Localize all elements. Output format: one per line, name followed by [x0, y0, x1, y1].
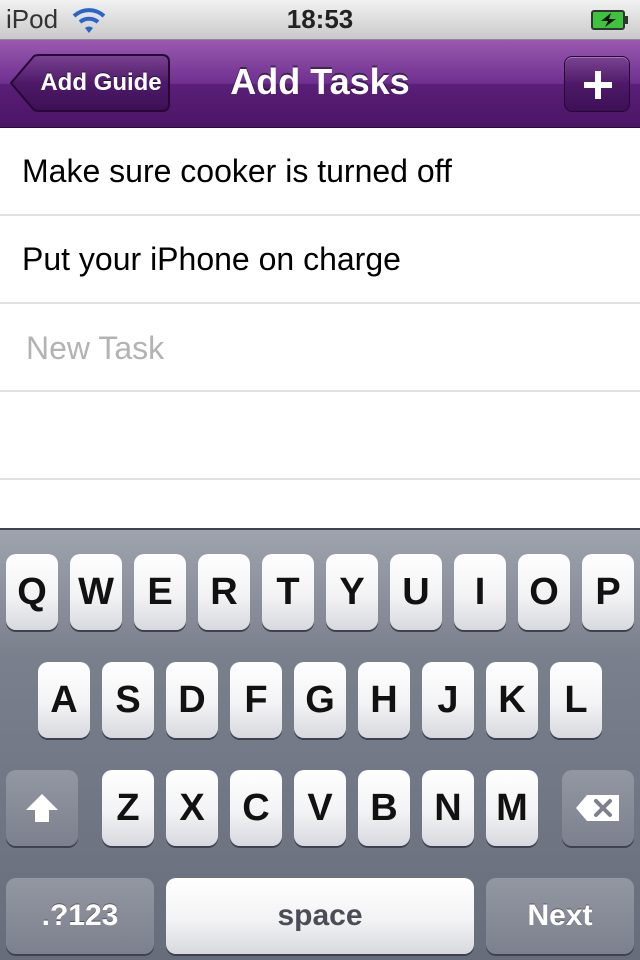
- key-u[interactable]: U: [390, 554, 442, 630]
- key-z[interactable]: Z: [102, 770, 154, 846]
- new-task-row: [0, 304, 640, 392]
- key-l[interactable]: L: [550, 662, 602, 738]
- key-t[interactable]: T: [262, 554, 314, 630]
- key-m[interactable]: M: [486, 770, 538, 846]
- page-title: Add Tasks: [230, 61, 410, 102]
- task-text: Make sure cooker is turned off: [22, 153, 452, 189]
- status-time: 18:53: [286, 4, 354, 34]
- delete-key[interactable]: [562, 770, 634, 846]
- key-f[interactable]: F: [230, 662, 282, 738]
- task-list: Make sure cooker is turned off Put your …: [0, 128, 640, 480]
- key-w[interactable]: W: [70, 554, 122, 630]
- key-j[interactable]: J: [422, 662, 474, 738]
- battery-charging-icon: [591, 10, 628, 30]
- task-row[interactable]: Make sure cooker is turned off: [0, 128, 640, 216]
- delete-backspace-icon: [576, 795, 619, 821]
- shift-key[interactable]: [6, 770, 78, 846]
- status-bar: iPod 18:53: [0, 0, 640, 40]
- task-row[interactable]: Put your iPhone on charge: [0, 216, 640, 304]
- key-c[interactable]: C: [230, 770, 282, 846]
- key-x[interactable]: X: [166, 770, 218, 846]
- key-b[interactable]: B: [358, 770, 410, 846]
- shift-icon: [26, 794, 58, 822]
- key-p[interactable]: P: [582, 554, 634, 630]
- key-d[interactable]: D: [166, 662, 218, 738]
- key-k[interactable]: K: [486, 662, 538, 738]
- back-button[interactable]: Add Guide: [10, 54, 170, 112]
- key-n[interactable]: N: [422, 770, 474, 846]
- key-q[interactable]: Q: [6, 554, 58, 630]
- key-s[interactable]: S: [102, 662, 154, 738]
- add-task-button[interactable]: [564, 56, 630, 112]
- key-g[interactable]: G: [294, 662, 346, 738]
- task-text: Put your iPhone on charge: [22, 241, 401, 277]
- next-key[interactable]: Next: [486, 878, 634, 954]
- numbers-key[interactable]: .?123: [6, 878, 154, 954]
- back-button-label: Add Guide: [40, 69, 162, 96]
- space-key[interactable]: space: [166, 878, 474, 954]
- keyboard: Q W E R T Y U I O P A S D F G H J K L Z …: [0, 528, 640, 960]
- empty-row: [0, 392, 640, 480]
- new-task-input[interactable]: [22, 322, 626, 374]
- key-y[interactable]: Y: [326, 554, 378, 630]
- key-e[interactable]: E: [134, 554, 186, 630]
- plus-icon: [584, 71, 612, 99]
- navigation-bar: Add Guide Add Tasks: [0, 40, 640, 128]
- key-v[interactable]: V: [294, 770, 346, 846]
- key-i[interactable]: I: [454, 554, 506, 630]
- key-a[interactable]: A: [38, 662, 90, 738]
- key-r[interactable]: R: [198, 554, 250, 630]
- key-h[interactable]: H: [358, 662, 410, 738]
- key-o[interactable]: O: [518, 554, 570, 630]
